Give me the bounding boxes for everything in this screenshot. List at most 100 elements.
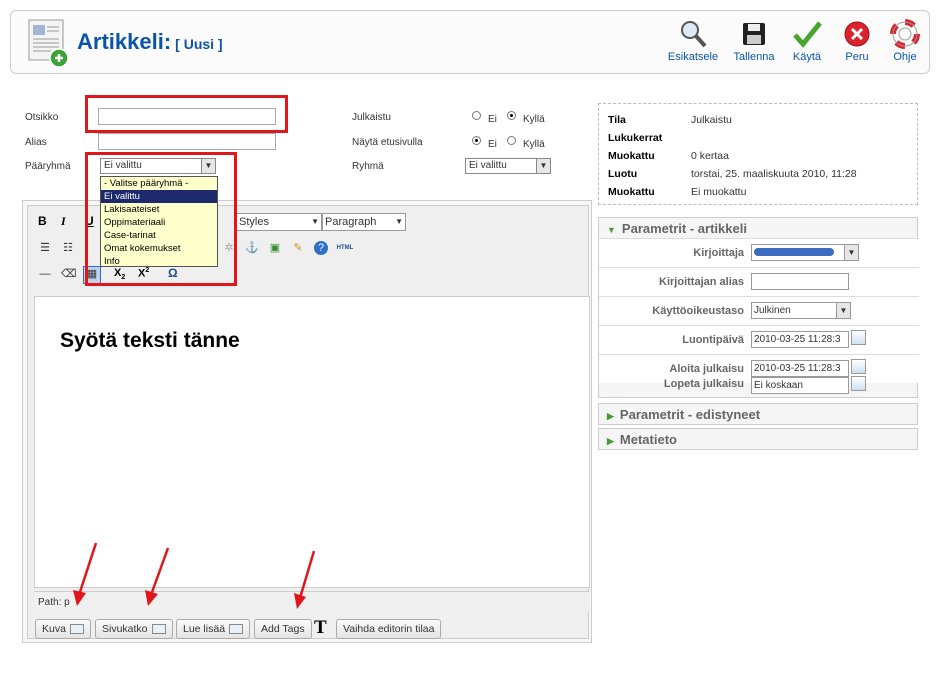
horizontal-rule-icon[interactable]: — — [38, 267, 52, 281]
image-icon[interactable]: ▣ — [268, 241, 282, 255]
readmore-button-label: Lue lisää — [183, 623, 226, 635]
chevron-down-icon: ▼ — [536, 159, 550, 173]
toggle-editor-button[interactable]: Vaihda editorin tilaa — [336, 619, 442, 639]
params-advanced-panel[interactable]: ▶ Parametrit - edistyneet — [598, 403, 918, 425]
image-button-label: Kuva — [42, 623, 66, 635]
otsikko-label: Otsikko — [25, 112, 59, 123]
dropdown-option[interactable]: Case-tarinat — [101, 229, 217, 242]
etusivu-label: Näytä etusivulla — [352, 137, 423, 148]
format-select[interactable]: Paragraph ▼ — [322, 213, 406, 231]
author-select[interactable]: ▼ — [751, 244, 859, 261]
created-date-label: Luontipäivä — [682, 334, 744, 346]
params-advanced-title: Parametrit - edistyneet — [619, 407, 761, 422]
info-value: Ei muokattu — [691, 186, 747, 198]
cleanup-icon[interactable]: ✎ — [291, 241, 305, 255]
floppy-disk-icon — [743, 23, 765, 45]
picture-icon — [69, 624, 84, 635]
etusivu-ei-label: Ei — [488, 139, 497, 150]
params-advanced-header[interactable]: ▶ Parametrit - edistyneet — [599, 404, 917, 424]
etusivu-kylla-label: Kyllä — [523, 139, 545, 150]
access-level-label: Käyttöoikeustaso — [652, 305, 744, 317]
eraser-icon[interactable]: ⌫ — [61, 267, 77, 281]
bullet-list-icon[interactable]: ☰ — [38, 241, 52, 255]
paaryhma-label: Pääryhmä — [25, 161, 71, 172]
etusivu-kylla-radio[interactable] — [507, 136, 516, 145]
image-button[interactable]: Kuva — [35, 619, 91, 639]
access-level-select[interactable]: Julkinen ▼ — [751, 302, 851, 319]
chevron-down-icon: ▼ — [836, 303, 850, 318]
paaryhma-dropdown-list[interactable]: - Valitse pääryhmä - Ei valittu Lakisaat… — [100, 176, 218, 267]
etusivu-ei-radio[interactable] — [472, 136, 481, 145]
metadata-header[interactable]: ▶ Metatieto — [599, 429, 917, 449]
julkaistu-kylla-radio[interactable] — [507, 111, 516, 120]
dropdown-option[interactable]: Info — [101, 255, 217, 268]
author-alias-input[interactable] — [751, 273, 849, 290]
access-level-value: Julkinen — [754, 305, 791, 316]
info-key: Tila — [608, 114, 626, 126]
help-button[interactable]: Ohje — [877, 19, 933, 63]
add-tags-button[interactable]: Add Tags — [254, 619, 312, 639]
dropdown-option[interactable]: - Valitse pääryhmä - — [101, 177, 217, 190]
highlight-box-title — [85, 95, 288, 133]
param-row: Kirjoittaja ▼ — [599, 238, 919, 267]
calendar-icon[interactable] — [851, 330, 866, 345]
publish-up-input[interactable]: 2010-03-25 11:28:3 — [751, 360, 849, 377]
author-label: Kirjoittaja — [693, 247, 744, 259]
julkaistu-ei-label: Ei — [488, 114, 497, 125]
styles-value: Styles — [239, 216, 269, 228]
calendar-icon[interactable] — [851, 376, 866, 391]
article-info-box: Tila Julkaistu Lukukerrat Muokattu 0 kerta… — [598, 103, 918, 205]
julkaistu-label: Julkaistu — [352, 112, 391, 123]
bold-button[interactable]: B — [38, 214, 47, 228]
numbered-list-icon[interactable]: ☷ — [61, 241, 75, 255]
info-key: Luotu — [608, 168, 638, 180]
params-article-header[interactable]: ▼ Parametrit - artikkeli — [599, 218, 917, 238]
page-icon — [151, 624, 166, 635]
params-article-title: Parametrit - artikkeli — [621, 221, 747, 236]
html-source-button[interactable]: HTML — [334, 241, 356, 255]
pagebreak-button[interactable]: Sivukatko — [95, 619, 173, 639]
triangle-right-icon: ▶ — [607, 436, 614, 446]
article-add-icon — [27, 18, 71, 68]
editor-content-text: Syötä teksti tänne — [60, 329, 240, 352]
page-icon — [229, 624, 244, 635]
dropdown-option[interactable]: Oppimateriaali — [101, 216, 217, 229]
publish-down-input[interactable]: Ei koskaan — [751, 377, 849, 394]
preview-button[interactable]: Esikatsele — [665, 19, 721, 63]
publish-down-label: Lopeta julkaisu — [663, 378, 744, 390]
anchor-icon[interactable]: ⚓ — [245, 241, 259, 255]
chevron-down-icon: ▼ — [395, 217, 403, 226]
apply-label: Käytä — [792, 51, 822, 63]
ryhma-value: Ei valittu — [469, 160, 507, 171]
dropdown-option[interactable]: Ei valittu — [101, 190, 217, 203]
alias-label: Alias — [25, 137, 47, 148]
toggle-editor-button-label: Vaihda editorin tilaa — [343, 623, 435, 635]
ryhma-select[interactable]: Ei valittu ▼ — [465, 158, 551, 174]
cancel-icon — [844, 21, 870, 47]
help-label: Ohje — [893, 51, 917, 63]
julkaistu-ei-radio[interactable] — [472, 111, 481, 120]
red-arrow-icon — [73, 542, 98, 606]
alias-input[interactable] — [98, 133, 276, 150]
apply-button[interactable]: Käytä — [779, 19, 835, 63]
julkaistu-kylla-label: Kyllä — [523, 114, 545, 125]
dropdown-option[interactable]: Omat kokemukset — [101, 242, 217, 255]
calendar-icon[interactable] — [851, 359, 866, 374]
cancel-label: Peru — [845, 51, 869, 63]
help-icon[interactable]: ? — [314, 241, 328, 255]
dropdown-option[interactable]: Lakisaateiset — [101, 203, 217, 216]
toolbar: Artikkeli:[ Uusi ] Esikatsele Tallenna K… — [10, 10, 930, 74]
redacted-author — [754, 248, 834, 256]
metadata-panel[interactable]: ▶ Metatieto — [598, 428, 918, 450]
preview-label: Esikatsele — [667, 51, 719, 63]
styles-select[interactable]: Styles ▼ — [236, 213, 322, 231]
pagebreak-button-label: Sivukatko — [102, 623, 148, 635]
editor-content-area[interactable]: Syötä teksti tänne — [34, 296, 590, 588]
tag-icon: T — [314, 617, 327, 638]
italic-button[interactable]: I — [61, 214, 66, 229]
add-tags-button-label: Add Tags — [261, 623, 305, 635]
created-date-input[interactable]: 2010-03-25 11:28:3 — [751, 331, 849, 348]
readmore-button[interactable]: Lue lisää — [176, 619, 251, 639]
save-button[interactable]: Tallenna — [726, 19, 782, 63]
param-row: Luontipäivä 2010-03-25 11:28:3 — [599, 325, 919, 354]
